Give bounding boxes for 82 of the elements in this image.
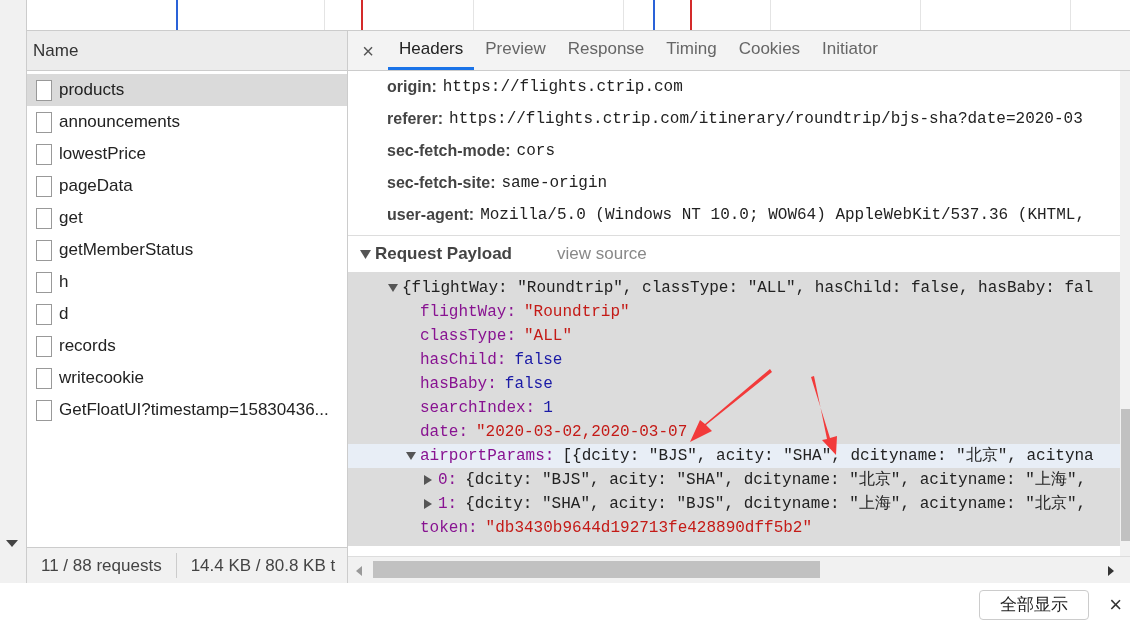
collapse-triangle-icon[interactable] (406, 452, 416, 460)
property-value: "db3430b9644d192713fe428890dff5b2" (485, 518, 813, 539)
header-value: https://flights.ctrip.com/itinerary/roundtrip/bjs-sha?date=2020-03 (449, 109, 1083, 130)
section-title[interactable]: Request Payload (375, 241, 512, 267)
property-key: date: (420, 420, 468, 444)
file-icon (36, 207, 52, 229)
file-icon (36, 143, 52, 165)
expand-triangle-icon[interactable] (424, 475, 432, 485)
file-icon (36, 79, 52, 101)
property-key: classType: (420, 324, 516, 348)
collapse-triangle-icon[interactable] (388, 284, 398, 292)
property-value: "2020-03-02,2020-03-07 (476, 422, 688, 443)
tree-row[interactable]: 0: {dcity: "BJS", acity: "SHA", dcityname: "北京", acityname: "上海", (348, 468, 1120, 492)
expand-triangle-icon[interactable] (424, 499, 432, 509)
tree-row[interactable]: airportParams: [{dcity: "BJS", acity: "SHA", dcityname: "北京", acityna (348, 444, 1120, 468)
close-button[interactable]: × (348, 31, 388, 70)
header-value: https://flights.ctrip.com (442, 77, 683, 98)
tree-row[interactable]: hasChild: false (348, 348, 1120, 372)
scrollbar-thumb[interactable] (373, 561, 820, 578)
header-name: sec-fetch-site: (387, 173, 496, 193)
tree-row[interactable]: 1: {dcity: "SHA", acity: "BJS", dcityname: "上海", acityname: "北京", (348, 492, 1120, 516)
property-key: searchIndex: (420, 396, 536, 420)
property-key: token: (420, 516, 478, 540)
timeline-marker (176, 0, 178, 30)
close-button[interactable]: × (1109, 594, 1122, 616)
property-key: hasBaby: (420, 372, 497, 396)
property-value: false (504, 374, 553, 395)
scrollbar-thumb[interactable] (1121, 409, 1130, 541)
tree-row[interactable]: classType: "ALL" (348, 324, 1120, 348)
request-row[interactable]: products (27, 74, 347, 106)
file-icon (36, 271, 52, 293)
file-icon (36, 367, 52, 389)
scroll-down-icon[interactable] (6, 540, 18, 548)
scroll-right-icon[interactable] (1108, 566, 1114, 576)
header-name: sec-fetch-mode: (387, 141, 511, 161)
timeline-marker (690, 0, 692, 30)
header-name: user-agent: (387, 205, 475, 225)
detail-tab[interactable]: Response (556, 31, 656, 70)
detail-tab[interactable]: Headers (388, 31, 475, 70)
file-icon (36, 239, 52, 261)
timeline-marker (361, 0, 363, 30)
column-header[interactable]: Name (33, 37, 79, 64)
file-icon (36, 111, 52, 133)
tree-row[interactable]: flightWay: "Roundtrip" (348, 300, 1120, 324)
tree-row[interactable]: hasBaby: false (348, 372, 1120, 396)
property-key: airportParams: (420, 444, 555, 468)
property-value: "ALL" (524, 326, 573, 347)
tree-row[interactable]: {flightWay: "Roundtrip", classType: "ALL", hasChild: false, hasBaby: fal (348, 276, 1120, 300)
horizontal-scrollbar[interactable] (348, 556, 1130, 583)
detail-tab[interactable]: Timing (655, 31, 728, 70)
timeline-marker (653, 0, 655, 30)
view-source-link[interactable]: view source (557, 241, 647, 267)
property-key: flightWay: (420, 300, 516, 324)
header-name: referer: (387, 109, 444, 129)
file-icon (36, 303, 52, 325)
show-all-button[interactable]: 全部显示 (979, 590, 1090, 620)
object-preview: {dcity: "SHA", acity: "BJS", dcityname: "上海", acityname: "北京", (465, 493, 1087, 515)
header-value: cors (516, 141, 555, 162)
property-value: "Roundtrip" (524, 302, 630, 323)
file-icon (36, 399, 52, 421)
header-name: origin: (387, 77, 437, 97)
detail-tab[interactable]: Cookies (727, 31, 812, 70)
tree-row[interactable]: date: "2020-03-02,2020-03-07 (348, 420, 1120, 444)
header-value: Mozilla/5.0 (Windows NT 10.0; WOW64) AppleWebKit/537.36 (KHTML, (480, 205, 1086, 226)
object-preview: {dcity: "BJS", acity: "SHA", dcityname: "北京", acityname: "上海", (465, 469, 1087, 491)
property-value: 1 (543, 398, 553, 419)
detail-tab[interactable]: Initiator (811, 31, 889, 70)
vertical-scrollbar[interactable] (1120, 71, 1130, 556)
file-icon (36, 175, 52, 197)
object-preview: [{dcity: "BJS", acity: "SHA", dcityname: "北京", acityna (562, 445, 1094, 467)
property-key: 0: (438, 468, 458, 492)
detail-tab[interactable]: Preview (474, 31, 557, 70)
status-text: 11 / 88 requests (40, 554, 163, 577)
tree-row[interactable]: searchIndex: 1 (348, 396, 1120, 420)
property-key: 1: (438, 492, 458, 516)
property-key: hasChild: (420, 348, 507, 372)
tree-row[interactable]: token: "db3430b9644d192713fe428890dff5b2" (348, 516, 1120, 540)
property-value: false (514, 350, 563, 371)
header-value: same-origin (501, 173, 608, 194)
object-preview: {flightWay: "Roundtrip", classType: "ALL", hasChild: false, hasBaby: fal (402, 278, 1094, 299)
file-icon (36, 335, 52, 357)
disclosure-triangle-icon[interactable] (360, 249, 371, 259)
